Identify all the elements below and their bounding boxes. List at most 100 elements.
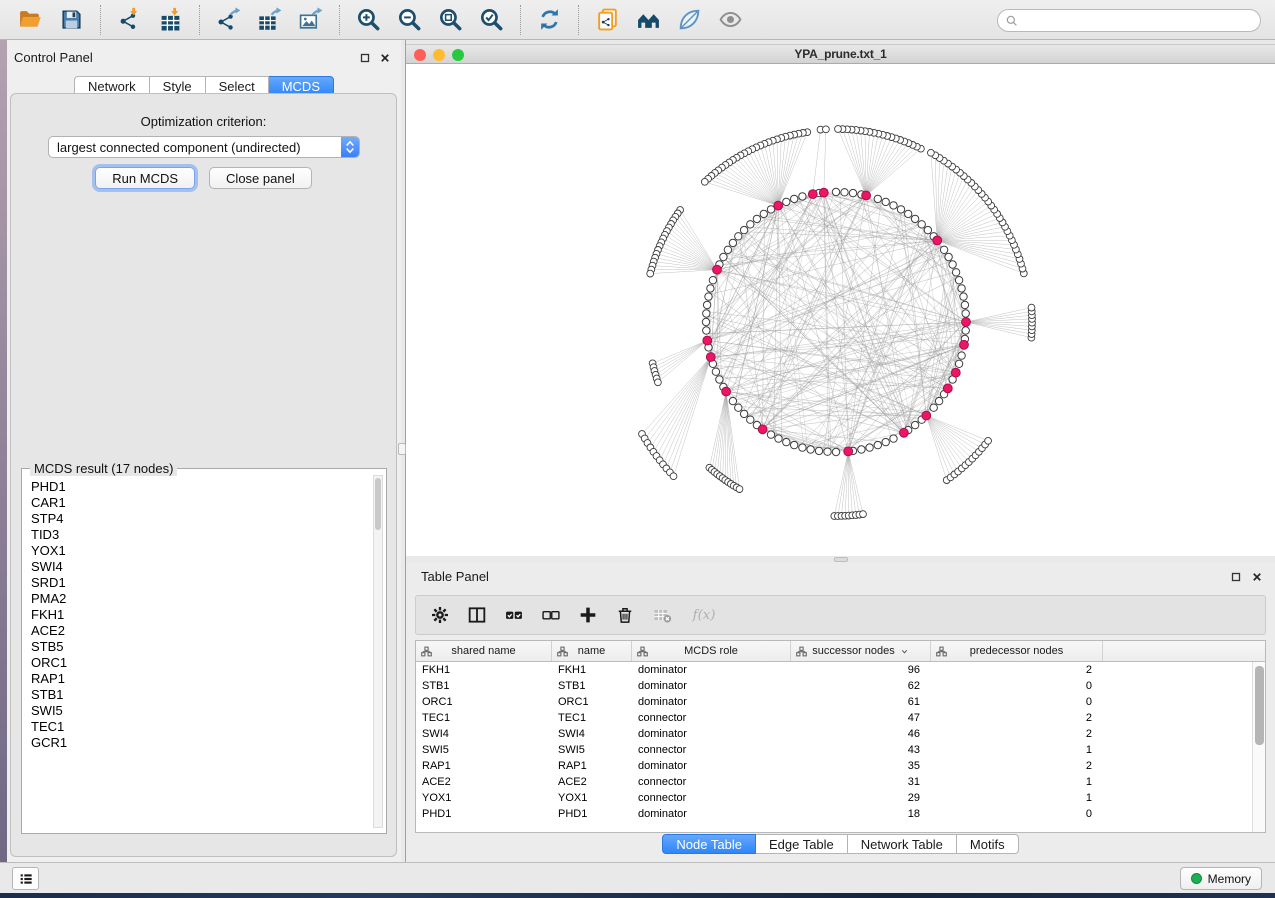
- table-cell[interactable]: ACE2: [552, 774, 632, 790]
- mcds-result-item[interactable]: STP4: [31, 511, 372, 527]
- column-header-MCDS-role[interactable]: MCDS role: [632, 641, 791, 661]
- table-cell[interactable]: 18: [791, 806, 931, 822]
- export-network-icon[interactable]: [215, 6, 242, 33]
- save-icon[interactable]: [58, 6, 85, 33]
- close-panel-icon[interactable]: [379, 51, 391, 63]
- table-cell[interactable]: 31: [791, 774, 931, 790]
- table-cell[interactable]: connector: [632, 774, 791, 790]
- column-header-shared-name[interactable]: shared name: [416, 641, 552, 661]
- table-cell[interactable]: connector: [632, 790, 791, 806]
- mcds-result-item[interactable]: STB5: [31, 639, 372, 655]
- table-row[interactable]: SWI5SWI5connector431: [416, 742, 1265, 758]
- table-cell[interactable]: connector: [632, 742, 791, 758]
- table-cell[interactable]: RAP1: [416, 758, 552, 774]
- table-cell[interactable]: STB1: [416, 678, 552, 694]
- table-cell[interactable]: TEC1: [416, 710, 552, 726]
- close-panel-button[interactable]: Close panel: [209, 167, 312, 189]
- table-cell[interactable]: YOX1: [416, 790, 552, 806]
- mcds-result-item[interactable]: FKH1: [31, 607, 372, 623]
- minimize-window-icon[interactable]: [433, 49, 445, 61]
- table-cell[interactable]: PHD1: [552, 806, 632, 822]
- table-cell[interactable]: dominator: [632, 678, 791, 694]
- import-table-icon[interactable]: [157, 6, 184, 33]
- table-row[interactable]: ORC1ORC1dominator610: [416, 694, 1265, 710]
- table-cell[interactable]: 35: [791, 758, 931, 774]
- mcds-result-item[interactable]: TEC1: [31, 719, 372, 735]
- mcds-result-list[interactable]: PHD1CAR1STP4TID3YOX1SWI4SRD1PMA2FKH1ACE2…: [23, 473, 372, 832]
- float-panel-icon[interactable]: [359, 51, 371, 63]
- deselect-all-rows-icon[interactable]: [541, 605, 561, 625]
- table-row[interactable]: ACE2ACE2connector311: [416, 774, 1265, 790]
- table-cell[interactable]: 1: [931, 790, 1103, 806]
- table-cell[interactable]: 96: [791, 662, 931, 678]
- scrollbar-thumb[interactable]: [1255, 666, 1264, 745]
- table-cell[interactable]: YOX1: [552, 790, 632, 806]
- column-header-name[interactable]: name: [552, 641, 632, 661]
- zoom-out-icon[interactable]: [396, 6, 423, 33]
- table-cell[interactable]: RAP1: [552, 758, 632, 774]
- mcds-result-item[interactable]: SRD1: [31, 575, 372, 591]
- table-cell[interactable]: dominator: [632, 806, 791, 822]
- table-cell[interactable]: dominator: [632, 726, 791, 742]
- column-header-successor-nodes[interactable]: successor nodes: [791, 641, 931, 661]
- import-network-icon[interactable]: [116, 6, 143, 33]
- table-cell[interactable]: STB1: [552, 678, 632, 694]
- mcds-result-item[interactable]: PMA2: [31, 591, 372, 607]
- apply-layout-icon[interactable]: [536, 6, 563, 33]
- status-menu-button[interactable]: [12, 867, 39, 890]
- table-cell[interactable]: connector: [632, 710, 791, 726]
- table-cell[interactable]: ORC1: [416, 694, 552, 710]
- run-mcds-button[interactable]: Run MCDS: [95, 167, 195, 189]
- mcds-result-item[interactable]: RAP1: [31, 671, 372, 687]
- mcds-result-item[interactable]: STB1: [31, 687, 372, 703]
- zoom-selected-icon[interactable]: [478, 6, 505, 33]
- select-all-rows-icon[interactable]: [504, 605, 524, 625]
- table-cell[interactable]: 62: [791, 678, 931, 694]
- table-cell[interactable]: dominator: [632, 662, 791, 678]
- table-cell[interactable]: 47: [791, 710, 931, 726]
- export-image-icon[interactable]: [297, 6, 324, 33]
- table-cell[interactable]: dominator: [632, 694, 791, 710]
- table-cell[interactable]: ORC1: [552, 694, 632, 710]
- table-cell[interactable]: PHD1: [416, 806, 552, 822]
- create-column-icon[interactable]: [578, 605, 598, 625]
- table-row[interactable]: FKH1FKH1dominator962: [416, 662, 1265, 678]
- table-row[interactable]: PHD1PHD1dominator180: [416, 806, 1265, 822]
- tab-edge-table[interactable]: Edge Table: [756, 834, 848, 854]
- table-cell[interactable]: FKH1: [416, 662, 552, 678]
- mcds-result-item[interactable]: PHD1: [31, 479, 372, 495]
- new-network-from-selection-icon[interactable]: [594, 6, 621, 33]
- first-neighbors-icon[interactable]: [635, 6, 662, 33]
- network-canvas[interactable]: [406, 64, 1275, 556]
- table-cell[interactable]: 2: [931, 726, 1103, 742]
- table-scrollbar[interactable]: [1252, 662, 1265, 832]
- mcds-result-item[interactable]: GCR1: [31, 735, 372, 751]
- table-cell[interactable]: 0: [931, 678, 1103, 694]
- table-cell[interactable]: 0: [931, 694, 1103, 710]
- mcds-result-item[interactable]: SWI5: [31, 703, 372, 719]
- table-cell[interactable]: TEC1: [552, 710, 632, 726]
- column-header-predecessor-nodes[interactable]: predecessor nodes: [931, 641, 1103, 661]
- memory-button[interactable]: Memory: [1180, 867, 1262, 890]
- zoom-in-icon[interactable]: [355, 6, 382, 33]
- table-cell[interactable]: FKH1: [552, 662, 632, 678]
- table-cell[interactable]: 61: [791, 694, 931, 710]
- mcds-result-item[interactable]: TID3: [31, 527, 372, 543]
- scrollbar-thumb[interactable]: [375, 478, 381, 530]
- table-row[interactable]: TEC1TEC1connector472: [416, 710, 1265, 726]
- splitter-handle[interactable]: [398, 443, 406, 455]
- table-cell[interactable]: SWI4: [416, 726, 552, 742]
- float-panel-icon[interactable]: [1230, 570, 1242, 582]
- search-input[interactable]: [1019, 11, 1260, 30]
- table-options-icon[interactable]: [430, 605, 450, 625]
- close-window-icon[interactable]: [414, 49, 426, 61]
- tab-network-table[interactable]: Network Table: [848, 834, 957, 854]
- mcds-result-item[interactable]: YOX1: [31, 543, 372, 559]
- table-cell[interactable]: 0: [931, 806, 1103, 822]
- table-cell[interactable]: dominator: [632, 758, 791, 774]
- table-cell[interactable]: 1: [931, 742, 1103, 758]
- close-panel-icon[interactable]: [1251, 570, 1263, 582]
- export-table-icon[interactable]: [256, 6, 283, 33]
- table-row[interactable]: SWI4SWI4dominator462: [416, 726, 1265, 742]
- table-row[interactable]: STB1STB1dominator620: [416, 678, 1265, 694]
